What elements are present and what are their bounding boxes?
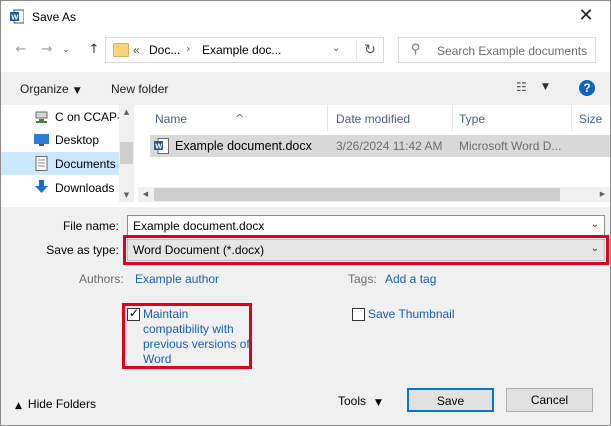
back-arrow-icon[interactable]: ← [10,39,32,61]
svg-text:W: W [155,142,163,151]
sidebar-item-c-drive[interactable]: C on CCAP- [1,105,122,128]
navigation-pane: C on CCAP- Desktop Documents Downloads ▲… [1,105,134,202]
title-bar: W Save As ✕ [1,1,610,32]
add-tag-link[interactable]: Add a tag [385,272,436,286]
save-button[interactable]: Save [407,388,494,412]
scrollbar-thumb[interactable] [120,142,133,164]
navigation-bar: ← → ⌄ ↑ « Doc... › Example doc... ⌄ ↻ ⚲ … [1,32,610,72]
sidebar-item-label: Documents [55,157,116,171]
column-header-name[interactable]: Name ^ [138,105,315,131]
save-as-type-value: Word Document (*.docx) [133,243,265,257]
scroll-up-icon[interactable]: ▲ [119,105,134,119]
label-line: compatibility with [143,322,234,336]
save-thumbnail-checkbox[interactable] [352,308,365,321]
downloads-icon [35,180,48,193]
organize-dropdown-icon: ▼ [73,86,81,96]
save-as-type-select[interactable]: Word Document (*.docx) ⌄ [127,239,605,261]
sidebar-item-downloads[interactable]: Downloads [1,176,119,199]
save-as-dialog: W Save As ✕ ← → ⌄ ↑ « Doc... › Example d… [0,0,611,426]
scrollbar-thumb[interactable] [154,188,560,201]
column-header-label: Name [155,112,188,126]
tags-label: Tags: [348,272,377,286]
tools-label: Tools [338,394,367,408]
label-line: previous versions of [143,337,250,351]
save-thumbnail-label[interactable]: Save Thumbnail [368,307,455,322]
hide-folders-label: Hide Folders [27,397,96,411]
checkmark-icon: ✓ [129,306,140,320]
network-drive-icon [35,111,48,123]
search-placeholder[interactable]: Search Example documents [437,44,587,58]
sidebar-item-label: C on CCAP- [55,110,122,124]
view-options-icon[interactable]: ☷ [516,80,532,94]
forward-arrow-icon[interactable]: → [36,39,58,61]
browse-pane: C on CCAP- Desktop Documents Downloads ▲… [1,105,610,207]
horizontal-scrollbar[interactable]: ◀ ▶ [138,187,610,202]
documents-icon [35,156,48,171]
close-icon[interactable]: ✕ [575,6,597,26]
sidebar-item-label: Downloads [55,181,115,195]
sort-ascending-icon: ^ [235,112,245,125]
hide-folders-button[interactable]: ▲ Hide Folders [15,397,96,411]
tools-button[interactable]: Tools ▼ [338,394,382,408]
file-date-modified: 3/26/2024 11:42 AM [336,139,443,153]
scroll-down-icon[interactable]: ▼ [119,188,134,202]
sidebar-item-documents[interactable]: Documents [1,152,119,175]
file-name: Example document.docx [175,139,312,153]
desktop-icon [34,134,49,146]
breadcrumb-documents[interactable]: Doc... [149,43,180,57]
authors-label: Authors: [79,272,124,286]
refresh-icon[interactable]: ↻ [356,40,383,60]
column-header-label: Size [579,112,603,126]
save-as-type-label: Save as type: [46,243,119,257]
file-row[interactable]: W Example document.docx 3/26/2024 11:42 … [150,135,610,157]
cancel-button[interactable]: Cancel [506,388,593,412]
sidebar-item-desktop[interactable]: Desktop [1,128,119,151]
sidebar-item-label: Desktop [55,133,100,147]
scroll-left-icon[interactable]: ◀ [138,187,153,202]
new-folder-button[interactable]: New folder [111,82,168,96]
folder-icon [113,43,129,57]
column-header-label: Type [459,112,486,126]
word-document-icon: W [154,138,169,154]
view-dropdown-icon[interactable]: ▼ [542,82,549,92]
up-arrow-icon[interactable]: ↑ [83,39,105,61]
window-title: Save As [32,10,77,24]
organize-label: Organize [20,82,69,96]
maintain-compatibility-label[interactable]: Maintain compatibility with previous ver… [143,307,250,367]
authors-value[interactable]: Example author [135,272,219,286]
file-name-field[interactable]: Example document.docx ⌄ [127,215,605,237]
column-header-label: Date modified [336,112,411,126]
address-dropdown-icon[interactable]: ⌄ [332,43,340,54]
chevron-up-icon: ▲ [15,401,22,411]
command-toolbar: Organize ▼ New folder ☷ ▼ ? [1,72,610,105]
tools-dropdown-icon: ▼ [375,398,382,408]
file-name-label: File name: [62,219,119,233]
label-line: Word [143,352,172,366]
address-bar[interactable]: « Doc... › Example doc... ⌄ ↻ [105,37,384,63]
column-header-size[interactable]: Size [572,105,610,131]
column-header-date-modified[interactable]: Date modified [328,105,453,131]
column-header-type[interactable]: Type [453,105,568,131]
chevron-down-icon[interactable]: ⌄ [591,219,599,230]
help-icon[interactable]: ? [579,80,595,96]
breadcrumb-separator-icon[interactable]: › [186,42,190,55]
maintain-compatibility-checkbox[interactable]: ✓ [127,306,140,321]
word-app-icon: W [10,9,24,24]
search-icon: ⚲ [411,42,421,57]
search-box[interactable]: ⚲ Search Example documents [398,37,596,63]
label-line: Maintain [143,307,189,321]
chevron-down-icon[interactable]: ⌄ [591,243,599,254]
organize-button[interactable]: Organize ▼ [20,82,81,96]
recent-locations-chevron-icon[interactable]: ⌄ [59,39,73,61]
sidebar-scrollbar[interactable]: ▲ ▼ [119,105,134,202]
file-type: Microsoft Word D... [459,139,562,153]
svg-text:W: W [11,13,19,22]
file-name-value: Example document.docx [133,219,265,233]
overflow-chevron-icon[interactable]: « [133,43,140,57]
scroll-right-icon[interactable]: ▶ [595,187,610,202]
breadcrumb-example-documents[interactable]: Example doc... [202,43,281,57]
